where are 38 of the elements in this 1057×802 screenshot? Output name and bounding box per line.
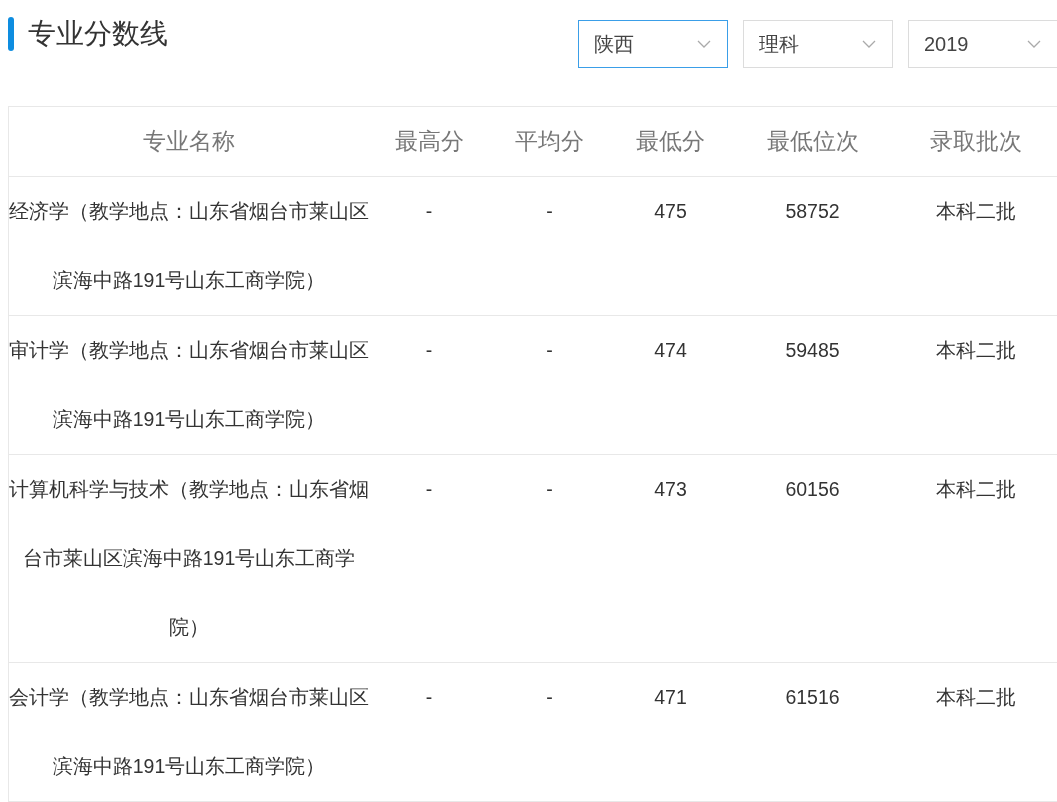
table-cell: - bbox=[425, 686, 433, 708]
table-cell: - bbox=[546, 339, 553, 361]
table-cell: 59485 bbox=[785, 339, 840, 361]
column-header: 录取批次 bbox=[930, 128, 1022, 155]
table-cell: - bbox=[546, 478, 553, 500]
table-cell: 本科二批 bbox=[936, 478, 1016, 500]
table-cell: 审计学（教学地点：山东省烟台市莱山区滨海中路191号山东工商学院） bbox=[9, 339, 369, 430]
filter-dropdown[interactable]: 陕西 bbox=[578, 20, 728, 68]
table-cell: 471 bbox=[654, 686, 687, 708]
column-header: 最低分 bbox=[636, 128, 705, 155]
page-title: 专业分数线 bbox=[28, 17, 168, 51]
table-cell: 本科二批 bbox=[936, 339, 1016, 361]
filter-dropdown[interactable]: 2019 bbox=[908, 20, 1057, 68]
table-cell: 会计学（教学地点：山东省烟台市莱山区滨海中路191号山东工商学院） bbox=[9, 686, 369, 777]
filter-dropdown[interactable]: 理科 bbox=[743, 20, 893, 68]
table-cell: 474 bbox=[654, 339, 687, 361]
table-cell: - bbox=[425, 478, 433, 500]
table-cell: - bbox=[425, 200, 433, 222]
chevron-down-icon bbox=[697, 39, 711, 49]
table-cell: 58752 bbox=[785, 200, 840, 222]
column-header: 平均分 bbox=[515, 128, 584, 155]
column-header: 专业名称 bbox=[143, 128, 235, 155]
title-accent-bar bbox=[8, 17, 14, 51]
table-cell: 475 bbox=[654, 200, 687, 222]
table-cell: 61516 bbox=[785, 686, 840, 708]
table-cell: 经济学（教学地点：山东省烟台市莱山区滨海中路191号山东工商学院） bbox=[9, 200, 369, 291]
table-cell: - bbox=[546, 200, 553, 222]
column-header: 最高分 bbox=[394, 128, 464, 155]
table-cell: 计算机科学与技术（教学地点：山东省烟台市莱山区滨海中路191号山东工商学院） bbox=[9, 478, 369, 638]
chevron-down-icon bbox=[862, 39, 876, 49]
table-cell: 本科二批 bbox=[936, 200, 1016, 222]
table-cell: 本科二批 bbox=[936, 686, 1016, 708]
table-cell: 473 bbox=[654, 478, 687, 500]
table-cell: - bbox=[546, 686, 553, 708]
table-cell: - bbox=[425, 339, 433, 361]
column-header: 最低位次 bbox=[766, 128, 859, 155]
table-cell: 60156 bbox=[785, 478, 840, 500]
chevron-down-icon bbox=[1027, 39, 1041, 49]
